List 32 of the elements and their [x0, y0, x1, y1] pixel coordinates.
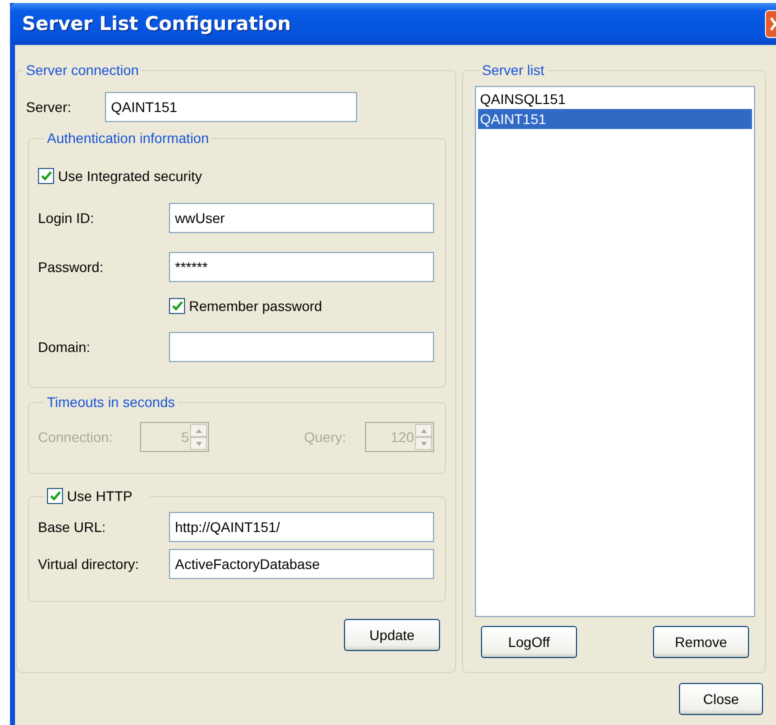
window-title: Server List Configuration [21, 13, 291, 35]
close-button[interactable] [765, 10, 776, 38]
field-label: Password: [38, 259, 104, 275]
checkbox[interactable] [47, 488, 63, 504]
update-button[interactable]: Update [344, 619, 440, 651]
password-field[interactable]: ****** [169, 252, 434, 282]
field-label: Virtual directory: [38, 556, 140, 572]
input-field[interactable]: QAINT151 [105, 92, 357, 122]
input-field[interactable] [169, 332, 434, 362]
field-label: Server: [26, 99, 72, 115]
list-item[interactable]: QAINSQL151 [478, 89, 752, 109]
input-field[interactable]: http://QAINT151/ [169, 512, 434, 542]
close-dialog-button[interactable]: Close [679, 683, 763, 715]
dialog-button[interactable]: LogOff [481, 626, 577, 658]
field-label: Base URL: [38, 519, 107, 535]
checkbox[interactable] [169, 298, 185, 314]
checkbox-label: Use Integrated security [58, 168, 202, 184]
list-item[interactable]: QAINT151 [478, 109, 752, 129]
checkbox-label: Remember password [189, 298, 322, 314]
checkbox-label: Use HTTP [67, 488, 132, 504]
field-label: Connection: [38, 429, 114, 445]
input-field[interactable]: wwUser [169, 203, 434, 233]
input-field[interactable]: ActiveFactoryDatabase [169, 549, 434, 579]
field-label: Query: [304, 429, 348, 445]
group-title: Server connection [25, 62, 140, 78]
field-label: Domain: [38, 339, 92, 355]
field-label: Login ID: [38, 210, 96, 226]
group-title: Server list [481, 62, 546, 78]
group-title: Authentication information [46, 130, 210, 146]
checkbox[interactable] [38, 168, 54, 184]
dialog-button[interactable]: Remove [653, 626, 749, 658]
group-title: Timeouts in seconds [46, 394, 176, 410]
